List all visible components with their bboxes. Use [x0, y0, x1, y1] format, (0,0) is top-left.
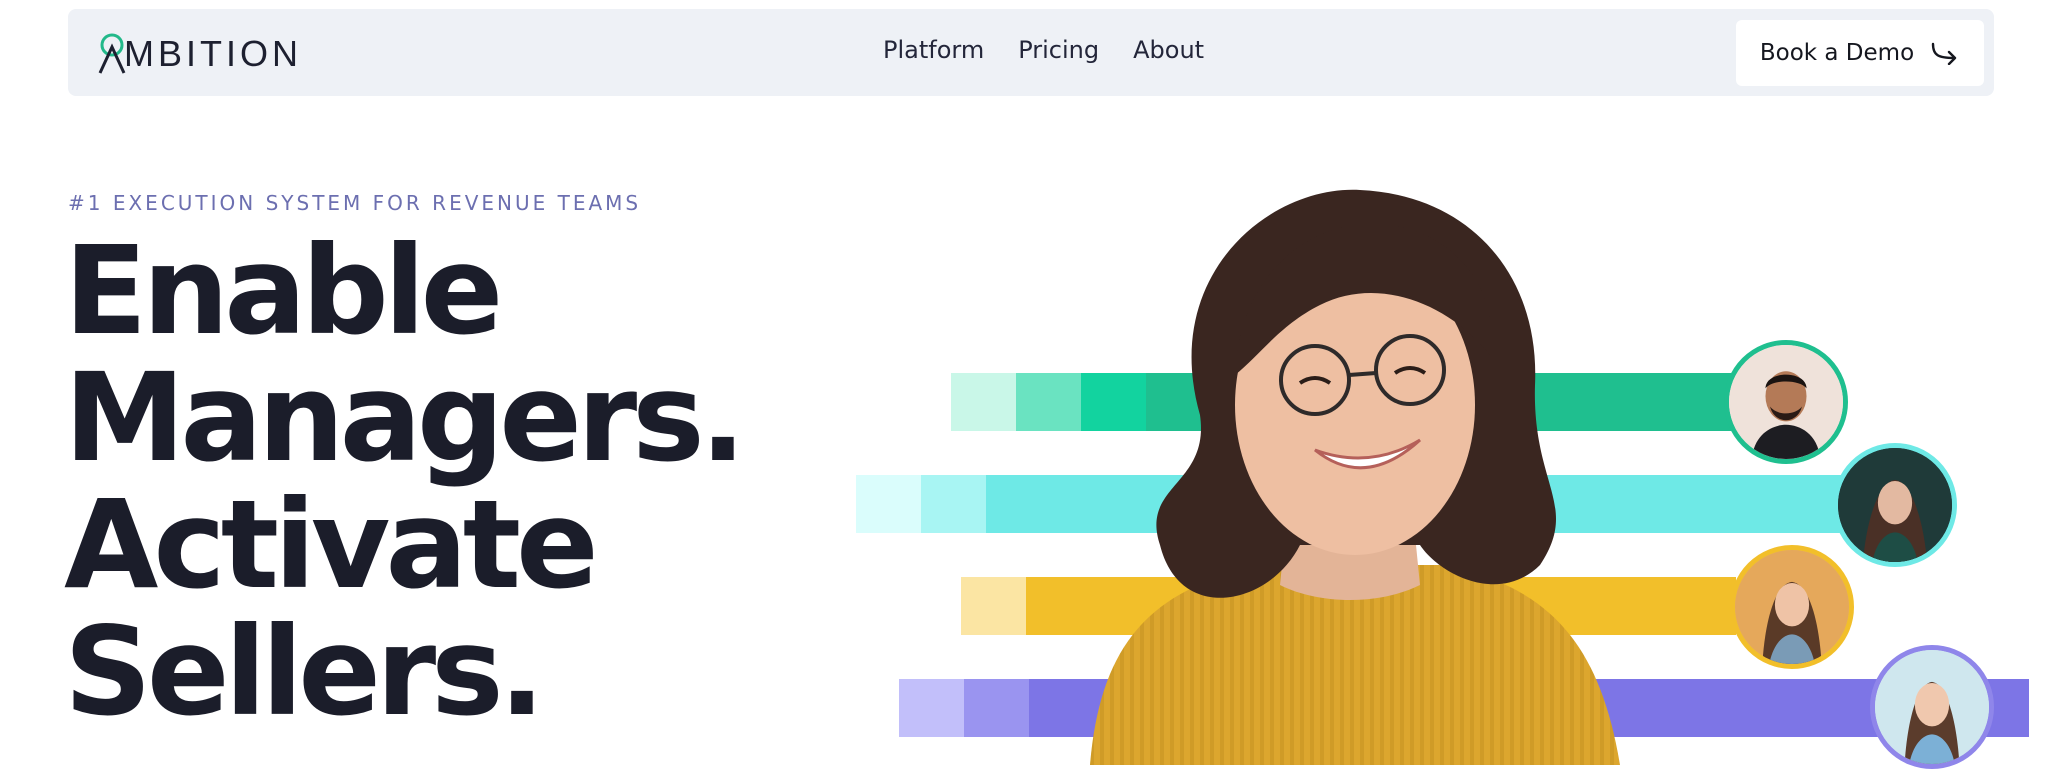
- nav-link-about[interactable]: About: [1133, 36, 1204, 64]
- nav-link-pricing[interactable]: Pricing: [1018, 36, 1099, 64]
- woman-avatar-icon: [1875, 650, 1989, 764]
- top-nav-bar: MBITION Platform Pricing About Book a De…: [68, 9, 1994, 96]
- woman-avatar-icon: [1838, 448, 1952, 562]
- progress-bar-violet: [899, 679, 2029, 737]
- headline-line-1: Enable: [64, 220, 503, 362]
- book-demo-button[interactable]: Book a Demo: [1736, 20, 1984, 86]
- woman-avatar-icon: [1735, 550, 1849, 664]
- book-demo-label: Book a Demo: [1759, 40, 1915, 66]
- headline-line-3: Activate: [64, 474, 599, 616]
- headline-line-4: Sellers.: [64, 601, 545, 743]
- progress-bar-yellow: [961, 577, 1736, 635]
- avatar-violet: [1870, 645, 1994, 769]
- progress-bar-cyan: [856, 475, 1881, 533]
- headline-line-2: Managers.: [64, 347, 746, 489]
- man-avatar-icon: [1729, 345, 1843, 459]
- nav-link-platform[interactable]: Platform: [883, 36, 984, 64]
- logo-text: MBITION: [124, 33, 302, 74]
- hero-eyebrow: #1 EXECUTION SYSTEM FOR REVENUE TEAMS: [68, 191, 642, 215]
- curved-arrow-icon: [1931, 42, 1957, 65]
- hero-woman-photo: [1090, 189, 1620, 765]
- avatar-yellow: [1730, 545, 1854, 669]
- hero-headline: Enable Managers. Activate Sellers.: [64, 220, 746, 743]
- progress-bar-green: [951, 373, 1736, 431]
- ambition-logo[interactable]: MBITION: [96, 33, 302, 75]
- main-nav: Platform Pricing About: [883, 36, 1204, 64]
- avatar-green: [1724, 340, 1848, 464]
- avatar-cyan: [1833, 443, 1957, 567]
